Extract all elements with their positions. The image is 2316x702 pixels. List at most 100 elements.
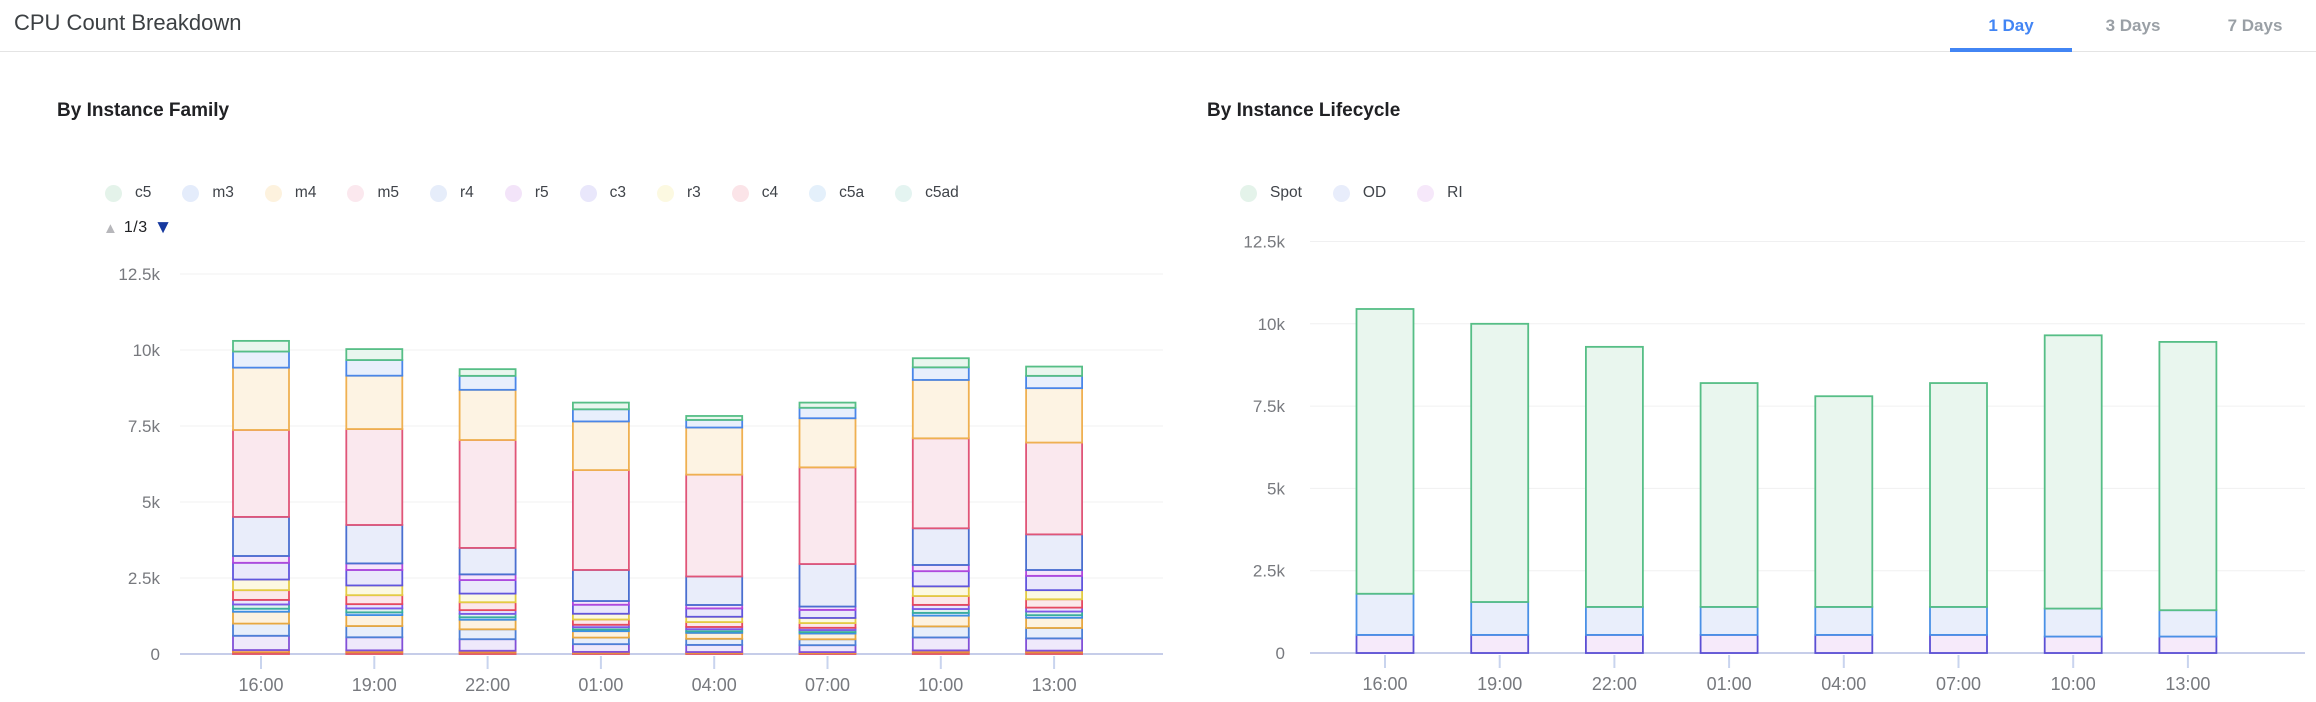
legend-item-r3[interactable]: r3 xyxy=(657,184,701,202)
bar-segment-OD[interactable] xyxy=(1930,607,1987,635)
bar-segment-c5[interactable] xyxy=(460,369,516,376)
bar-segment-c5[interactable] xyxy=(686,416,742,420)
bar-segment[interactable] xyxy=(1026,618,1082,628)
bar-segment-m4[interactable] xyxy=(573,421,629,470)
bar-segment-m3[interactable] xyxy=(460,376,516,390)
bar-segment-c3[interactable] xyxy=(233,563,289,580)
bar-segment-r4[interactable] xyxy=(233,517,289,556)
bar-segment-m3[interactable] xyxy=(800,408,856,418)
bar-segment-Spot[interactable] xyxy=(1815,396,1872,607)
bar-segment[interactable] xyxy=(233,612,289,624)
bar-segment-c4[interactable] xyxy=(460,602,516,610)
bar-segment-c3[interactable] xyxy=(686,608,742,616)
bar-segment[interactable] xyxy=(233,624,289,636)
bar-segment-RI[interactable] xyxy=(1930,635,1987,653)
bar-segment[interactable] xyxy=(573,638,629,645)
bar-segment-c3[interactable] xyxy=(800,610,856,618)
bar-segment-r3[interactable] xyxy=(346,585,402,595)
bar-segment-c5[interactable] xyxy=(913,358,969,367)
bar-segment-c4[interactable] xyxy=(913,596,969,605)
bar-segment-c4[interactable] xyxy=(233,590,289,600)
bar-segment-r3[interactable] xyxy=(233,580,289,591)
bar-segment[interactable] xyxy=(460,639,516,651)
tab-7-days[interactable]: 7 Days xyxy=(2194,0,2316,52)
bar-segment-Spot[interactable] xyxy=(2045,335,2102,608)
bar-segment-Spot[interactable] xyxy=(1357,309,1414,594)
bar-segment-r4[interactable] xyxy=(573,570,629,601)
bar-segment[interactable] xyxy=(913,616,969,627)
legend-item-c5ad[interactable]: c5ad xyxy=(895,184,959,202)
bar-segment-OD[interactable] xyxy=(2159,610,2216,636)
bar-segment[interactable] xyxy=(460,620,516,630)
bar-segment-OD[interactable] xyxy=(1815,607,1872,635)
bar-segment-r3[interactable] xyxy=(1026,590,1082,599)
bar-segment[interactable] xyxy=(346,615,402,626)
bar-segment-Spot[interactable] xyxy=(1586,347,1643,607)
bar-segment-c5[interactable] xyxy=(573,403,629,410)
bar-segment-m3[interactable] xyxy=(686,420,742,428)
bar-segment-c5[interactable] xyxy=(1026,367,1082,376)
legend-item-c5a[interactable]: c5a xyxy=(809,184,864,202)
bar-segment-c3[interactable] xyxy=(1026,576,1082,590)
tab-3-days[interactable]: 3 Days xyxy=(2072,0,2194,52)
bar-segment[interactable] xyxy=(346,637,402,650)
bar-segment-m3[interactable] xyxy=(1026,376,1082,388)
bar-segment-r4[interactable] xyxy=(686,576,742,604)
legend-item-c4[interactable]: c4 xyxy=(732,184,778,202)
bar-segment[interactable] xyxy=(913,637,969,650)
bar-segment[interactable] xyxy=(1026,628,1082,638)
legend-item-c3[interactable]: c3 xyxy=(580,184,626,202)
bar-segment-c3[interactable] xyxy=(573,605,629,614)
legend-item-m4[interactable]: m4 xyxy=(265,184,317,202)
bar-segment-RI[interactable] xyxy=(1815,635,1872,653)
legend-item-r4[interactable]: r4 xyxy=(430,184,474,202)
legend-item-c5[interactable]: c5 xyxy=(105,184,151,202)
legend-item-m5[interactable]: m5 xyxy=(347,184,399,202)
bar-segment-OD[interactable] xyxy=(1586,607,1643,635)
bar-segment[interactable] xyxy=(800,645,856,652)
bar-segment-r5[interactable] xyxy=(233,556,289,563)
bar-segment-r3[interactable] xyxy=(460,594,516,603)
bar-segment-RI[interactable] xyxy=(2045,637,2102,653)
bar-segment-Spot[interactable] xyxy=(1930,383,1987,607)
bar-segment-m5[interactable] xyxy=(460,440,516,548)
bar-segment-r4[interactable] xyxy=(460,548,516,574)
bar-segment-m5[interactable] xyxy=(800,467,856,564)
legend-page-down-icon[interactable]: ▼ xyxy=(154,217,173,239)
bar-segment-m4[interactable] xyxy=(460,390,516,440)
bar-segment[interactable] xyxy=(573,631,629,637)
bar-segment-c4[interactable] xyxy=(346,595,402,604)
legend-item-m3[interactable]: m3 xyxy=(182,184,234,202)
bar-segment-m4[interactable] xyxy=(686,428,742,475)
bar-segment[interactable] xyxy=(913,626,969,637)
bar-segment-Spot[interactable] xyxy=(1471,324,1528,602)
bar-segment-OD[interactable] xyxy=(2045,609,2102,637)
bar-segment-m3[interactable] xyxy=(346,360,402,376)
bar-segment-m4[interactable] xyxy=(913,380,969,438)
bar-segment-m5[interactable] xyxy=(346,429,402,525)
bar-segment[interactable] xyxy=(346,626,402,637)
bar-segment-Spot[interactable] xyxy=(1701,383,1758,607)
legend-item-r5[interactable]: r5 xyxy=(505,184,549,202)
legend-item-spot[interactable]: Spot xyxy=(1240,184,1302,202)
bar-segment-m4[interactable] xyxy=(1026,388,1082,442)
bar-segment-m5[interactable] xyxy=(1026,443,1082,535)
bar-segment-r5[interactable] xyxy=(913,565,969,571)
bar-segment-m4[interactable] xyxy=(800,418,856,467)
bar-segment-OD[interactable] xyxy=(1357,594,1414,635)
bar-segment-RI[interactable] xyxy=(1357,635,1414,653)
bar-segment-m3[interactable] xyxy=(233,352,289,368)
bar-segment[interactable] xyxy=(233,636,289,650)
bar-segment[interactable] xyxy=(460,629,516,639)
bar-segment-c3[interactable] xyxy=(460,580,516,594)
bar-segment-RI[interactable] xyxy=(1586,635,1643,653)
legend-item-od[interactable]: OD xyxy=(1333,184,1386,202)
bar-segment-m4[interactable] xyxy=(346,376,402,429)
bar-segment-c3[interactable] xyxy=(346,570,402,586)
tab-1-day[interactable]: 1 Day xyxy=(1950,0,2072,52)
legend-item-ri[interactable]: RI xyxy=(1417,184,1463,202)
bar-segment-r4[interactable] xyxy=(1026,534,1082,570)
bar-segment[interactable] xyxy=(686,639,742,645)
bar-segment-c3[interactable] xyxy=(913,571,969,586)
bar-segment-RI[interactable] xyxy=(2159,637,2216,653)
